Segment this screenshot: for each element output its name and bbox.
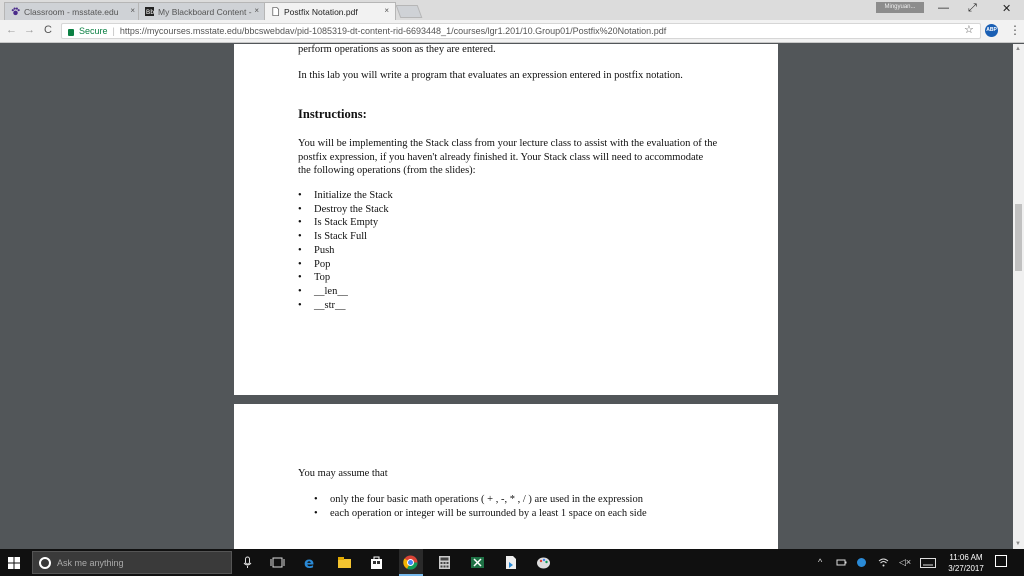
clock-date: 3/27/2017: [948, 564, 984, 573]
pdf-page-1: perform operations as soon as they are e…: [234, 44, 778, 395]
close-icon[interactable]: ×: [254, 6, 259, 15]
forward-button[interactable]: →: [24, 24, 35, 36]
paint-icon[interactable]: [536, 555, 551, 570]
tab-title: Classroom - msstate.edu: [24, 6, 119, 17]
list-item: __len__: [298, 285, 393, 299]
battery-icon[interactable]: [836, 557, 847, 568]
scroll-up-icon[interactable]: ▲: [1015, 46, 1021, 52]
reload-button[interactable]: C: [44, 24, 52, 36]
search-placeholder: Ask me anything: [57, 557, 124, 568]
instructions-heading: Instructions:: [298, 107, 367, 121]
list-item: Initialize the Stack: [298, 189, 393, 203]
list-item: Destroy the Stack: [298, 203, 393, 217]
svg-text:e: e: [304, 555, 314, 570]
lock-icon: [68, 28, 74, 36]
document-app-icon[interactable]: [503, 555, 518, 570]
restore-button[interactable]: ⤢: [968, 2, 977, 15]
blackboard-icon: Bb: [145, 7, 154, 16]
secure-label: Secure: [79, 26, 108, 36]
system-clock[interactable]: 11:06 AM 3/27/2017: [940, 552, 992, 574]
microphone-icon[interactable]: [240, 555, 255, 570]
chrome-icon[interactable]: [403, 555, 418, 570]
store-icon[interactable]: [369, 555, 384, 570]
cortana-icon: [39, 556, 51, 569]
tab-blackboard[interactable]: Bb My Blackboard Content - ×: [138, 2, 266, 20]
text-line: perform operations as soon as they are e…: [298, 44, 496, 55]
list-item: Push: [298, 244, 393, 258]
paw-icon: [11, 7, 20, 16]
url-text[interactable]: https://mycourses.msstate.edu/bbcswebdav…: [120, 26, 666, 36]
show-hidden-icons-button[interactable]: ^: [818, 557, 822, 567]
cortana-search-box[interactable]: Ask me anything: [32, 551, 232, 574]
menu-icon[interactable]: ⋮: [1009, 23, 1021, 37]
list-item: Top: [298, 271, 393, 285]
excel-icon[interactable]: [470, 555, 485, 570]
operations-list: Initialize the Stack Destroy the Stack I…: [298, 189, 393, 312]
profile-badge[interactable]: Mingyuan...: [876, 2, 924, 13]
list-item: each operation or integer will be surrou…: [314, 507, 647, 521]
svg-text:Bb: Bb: [146, 9, 154, 16]
close-icon[interactable]: ×: [384, 6, 389, 15]
close-icon[interactable]: ×: [130, 6, 135, 15]
list-item: only the four basic math operations ( + …: [314, 493, 647, 507]
tab-title: My Blackboard Content -: [158, 6, 252, 17]
close-window-button[interactable]: ✕: [1002, 2, 1011, 15]
assumptions-list: only the four basic math operations ( + …: [314, 493, 647, 520]
document-icon: [272, 7, 280, 16]
assumption-intro: You may assume that: [298, 468, 388, 479]
calculator-icon[interactable]: [437, 555, 452, 570]
clock-time: 11:06 AM: [949, 553, 983, 562]
list-item: __str__: [298, 299, 393, 313]
list-item: Is Stack Empty: [298, 216, 393, 230]
address-bar[interactable]: Secure | https://mycourses.msstate.edu/b…: [61, 23, 981, 39]
windows-start-icon[interactable]: [8, 557, 20, 569]
volume-muted-icon[interactable]: ◁×: [899, 557, 911, 568]
bookmark-star-icon[interactable]: ☆: [964, 23, 974, 36]
scrollbar-thumb[interactable]: [1015, 204, 1022, 271]
adblock-extension-icon[interactable]: ABP: [985, 24, 998, 37]
wifi-icon[interactable]: [878, 557, 889, 568]
back-button[interactable]: ←: [6, 24, 17, 36]
taskbar: Ask me anything e ^ ◁× 11:06 AM 3/27/201…: [0, 549, 1024, 576]
pdf-page-2: You may assume that only the four basic …: [234, 404, 778, 549]
stack-paragraph: You will be implementing the Stack class…: [298, 138, 718, 176]
vertical-scrollbar[interactable]: ▲ ▼: [1013, 44, 1024, 549]
tab-title: Postfix Notation.pdf: [284, 6, 358, 17]
list-item: Pop: [298, 258, 393, 272]
keyboard-icon[interactable]: [920, 558, 936, 568]
tab-strip: Classroom - msstate.edu × Bb My Blackboa…: [0, 0, 1024, 20]
tab-classroom[interactable]: Classroom - msstate.edu ×: [4, 2, 142, 20]
action-center-icon[interactable]: [995, 555, 1007, 567]
new-tab-button[interactable]: [395, 5, 423, 18]
minimize-button[interactable]: —: [938, 2, 949, 14]
task-view-icon[interactable]: [270, 555, 285, 570]
file-explorer-icon[interactable]: [337, 555, 352, 570]
list-item: Is Stack Full: [298, 230, 393, 244]
tab-postfix-pdf[interactable]: Postfix Notation.pdf ×: [264, 2, 396, 20]
edge-browser-icon[interactable]: e: [303, 555, 318, 570]
tray-app-icon[interactable]: [856, 557, 867, 568]
divider: |: [112, 26, 115, 36]
scroll-down-icon[interactable]: ▼: [1015, 541, 1021, 547]
intro-paragraph: In this lab you will write a program tha…: [298, 70, 683, 81]
toolbar: ← → C Secure | https://mycourses.msstate…: [0, 20, 1024, 43]
